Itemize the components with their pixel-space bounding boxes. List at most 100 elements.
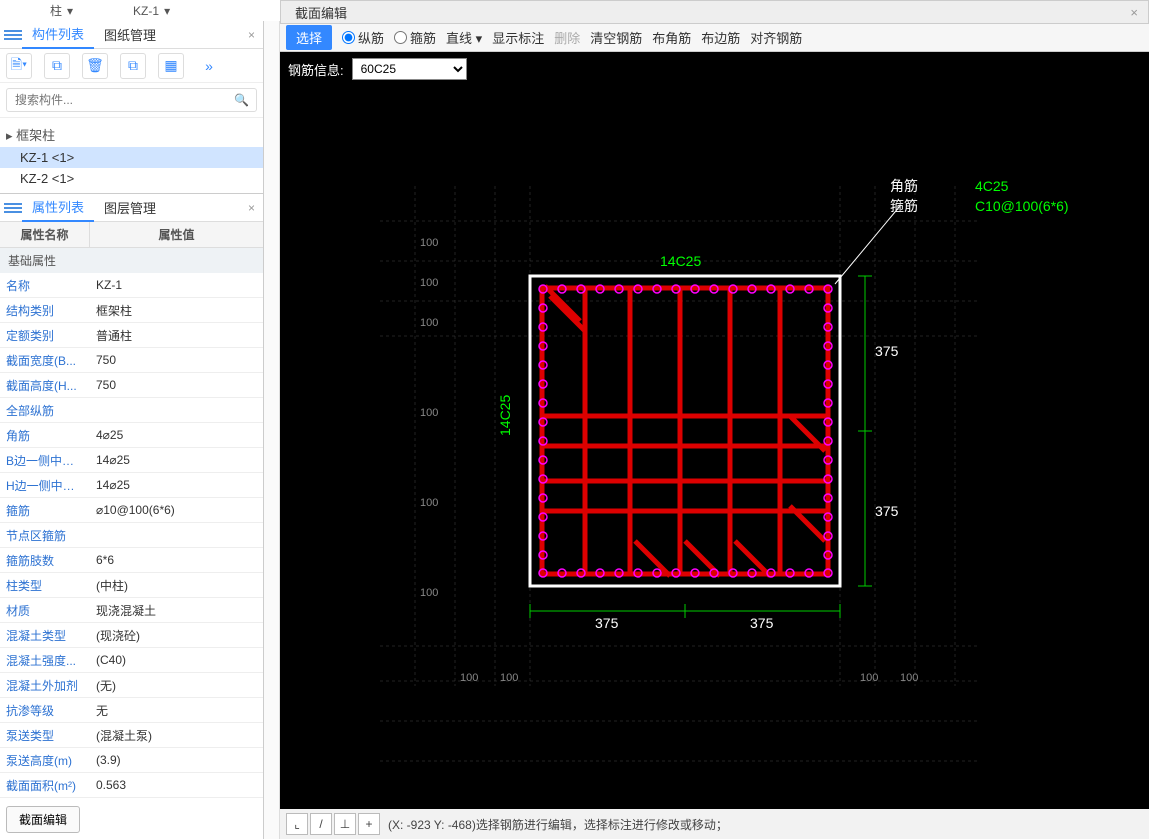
layers-button[interactable]: ▦ xyxy=(158,53,184,79)
property-row[interactable]: 泵送类型 xyxy=(0,723,263,748)
delete-button[interactable]: 🗑 xyxy=(82,53,108,79)
close-icon[interactable]: × xyxy=(248,201,255,215)
tree-item-kz1[interactable]: KZ-1 <1> xyxy=(0,147,263,168)
property-row[interactable]: 材质 xyxy=(0,598,263,623)
property-value[interactable] xyxy=(90,723,263,747)
svg-text:100: 100 xyxy=(420,237,438,249)
status-bar: ⌞ / ⊥ + (X: -923 Y: -468)选择钢筋进行编辑，选择标注进行… xyxy=(280,809,1149,839)
rebar-info-select[interactable]: 60C25 xyxy=(352,58,467,80)
property-value[interactable] xyxy=(90,523,263,547)
tree-item-kz2[interactable]: KZ-2 <1> xyxy=(0,168,263,189)
property-name: B边一侧中部筋 xyxy=(0,452,90,469)
property-row[interactable]: 截面高度(H... xyxy=(0,373,263,398)
property-row[interactable]: 混凝土类型 xyxy=(0,623,263,648)
property-value[interactable] xyxy=(90,423,263,447)
property-value[interactable] xyxy=(90,448,263,472)
select-tool[interactable]: 选择 xyxy=(286,25,332,50)
copy-button[interactable]: ⧉ xyxy=(44,53,70,79)
property-value[interactable] xyxy=(90,623,263,647)
drawing-canvas[interactable]: 100100 100100 100100 100100 100100 xyxy=(280,86,1149,809)
tab-drawings[interactable]: 图纸管理 xyxy=(94,21,166,48)
property-row[interactable]: 泵送高度(m) xyxy=(0,748,263,773)
tab-components[interactable]: 构件列表 xyxy=(22,20,94,49)
section-editor: 截面编辑 × 选择 纵筋 箍筋 直线 ▾ 显示标注 删除 清空钢筋 布角筋 布边… xyxy=(280,0,1149,839)
property-row[interactable]: 全部纵筋 xyxy=(0,398,263,423)
svg-text:100: 100 xyxy=(860,672,878,684)
property-row[interactable]: 箍筋 xyxy=(0,498,263,523)
close-icon[interactable]: × xyxy=(1130,5,1138,20)
property-value[interactable] xyxy=(90,573,263,597)
duplicate-button[interactable]: ⧉ xyxy=(120,53,146,79)
show-annotation[interactable]: 显示标注 xyxy=(492,28,544,47)
property-name: 抗渗等级 xyxy=(0,702,90,719)
property-row[interactable]: 抗渗等级 xyxy=(0,698,263,723)
svg-text:100: 100 xyxy=(460,672,478,684)
property-value[interactable] xyxy=(90,773,263,797)
snap-perp-icon[interactable]: ⊥ xyxy=(334,813,356,835)
property-row[interactable]: 名称 xyxy=(0,273,263,298)
svg-text:100: 100 xyxy=(420,407,438,419)
close-icon[interactable]: × xyxy=(248,28,255,42)
property-row[interactable]: 截面面积(m²) xyxy=(0,773,263,798)
property-value[interactable] xyxy=(90,398,263,422)
property-value[interactable] xyxy=(90,698,263,722)
property-row[interactable]: 节点区箍筋 xyxy=(0,523,263,548)
property-name: 定额类别 xyxy=(0,327,90,344)
property-row[interactable]: 结构类别 xyxy=(0,298,263,323)
hamburger-icon[interactable] xyxy=(4,203,22,213)
editor-toolbar: 选择 纵筋 箍筋 直线 ▾ 显示标注 删除 清空钢筋 布角筋 布边筋 对齐钢筋 xyxy=(280,24,1149,52)
property-value[interactable] xyxy=(90,348,263,372)
splitter[interactable] xyxy=(264,21,280,839)
property-value[interactable] xyxy=(90,323,263,347)
align-rebar[interactable]: 对齐钢筋 xyxy=(750,28,802,47)
svg-text:C10@100(6*6): C10@100(6*6) xyxy=(975,198,1069,214)
property-row[interactable]: B边一侧中部筋 xyxy=(0,448,263,473)
property-value[interactable] xyxy=(90,673,263,697)
property-value[interactable] xyxy=(90,648,263,672)
property-value[interactable] xyxy=(90,373,263,397)
svg-text:100: 100 xyxy=(900,672,918,684)
property-row[interactable]: 混凝土外加剂 xyxy=(0,673,263,698)
snap-cross-icon[interactable]: + xyxy=(358,813,380,835)
rebar-info-row: 钢筋信息: 60C25 xyxy=(280,52,1149,86)
corner-rebar[interactable]: 布角筋 xyxy=(652,28,691,47)
property-value[interactable] xyxy=(90,273,263,297)
property-value[interactable] xyxy=(90,598,263,622)
stirrup-radio[interactable]: 箍筋 xyxy=(394,28,436,47)
left-panel: 构件列表 图纸管理 × 🗎▾ ⧉ 🗑 ⧉ ▦ » 🔍 ▸ 框架柱 KZ-1 <1… xyxy=(0,21,264,839)
line-tool[interactable]: 直线 ▾ xyxy=(446,28,482,47)
tree-group[interactable]: ▸ 框架柱 xyxy=(0,122,263,147)
hamburger-icon[interactable] xyxy=(4,30,22,40)
property-row[interactable]: 截面宽度(B... xyxy=(0,348,263,373)
property-value[interactable] xyxy=(90,548,263,572)
property-name: 全部纵筋 xyxy=(0,402,90,419)
property-row[interactable]: H边一侧中部筋 xyxy=(0,473,263,498)
property-value[interactable] xyxy=(90,298,263,322)
section-edit-button[interactable]: 截面编辑 xyxy=(6,806,80,833)
snap-line-icon[interactable]: / xyxy=(310,813,332,835)
member-dropdown[interactable]: KZ-1 ▾ xyxy=(133,4,170,18)
tab-layers[interactable]: 图层管理 xyxy=(94,194,166,221)
property-name: 箍筋 xyxy=(0,502,90,519)
property-value[interactable] xyxy=(90,498,263,522)
property-name: 混凝土类型 xyxy=(0,627,90,644)
tab-properties[interactable]: 属性列表 xyxy=(22,193,94,222)
property-value[interactable] xyxy=(90,473,263,497)
new-button[interactable]: 🗎▾ xyxy=(6,53,32,79)
search-input[interactable] xyxy=(6,88,257,112)
property-name: 截面面积(m²) xyxy=(0,777,90,794)
property-row[interactable]: 混凝土强度... xyxy=(0,648,263,673)
category-dropdown[interactable]: 柱 ▾ xyxy=(50,2,73,19)
svg-text:4C25: 4C25 xyxy=(975,178,1009,194)
clear-rebar[interactable]: 清空钢筋 xyxy=(590,28,642,47)
property-list[interactable]: 基础属性 名称结构类别定额类别截面宽度(B...截面高度(H...全部纵筋角筋B… xyxy=(0,248,263,800)
more-button[interactable]: » xyxy=(196,53,222,79)
longitudinal-radio[interactable]: 纵筋 xyxy=(342,28,384,47)
property-value[interactable] xyxy=(90,748,263,772)
snap-endpoint-icon[interactable]: ⌞ xyxy=(286,813,308,835)
property-row[interactable]: 定额类别 xyxy=(0,323,263,348)
edge-rebar[interactable]: 布边筋 xyxy=(701,28,740,47)
property-row[interactable]: 角筋 xyxy=(0,423,263,448)
property-row[interactable]: 箍筋肢数 xyxy=(0,548,263,573)
property-row[interactable]: 柱类型 xyxy=(0,573,263,598)
